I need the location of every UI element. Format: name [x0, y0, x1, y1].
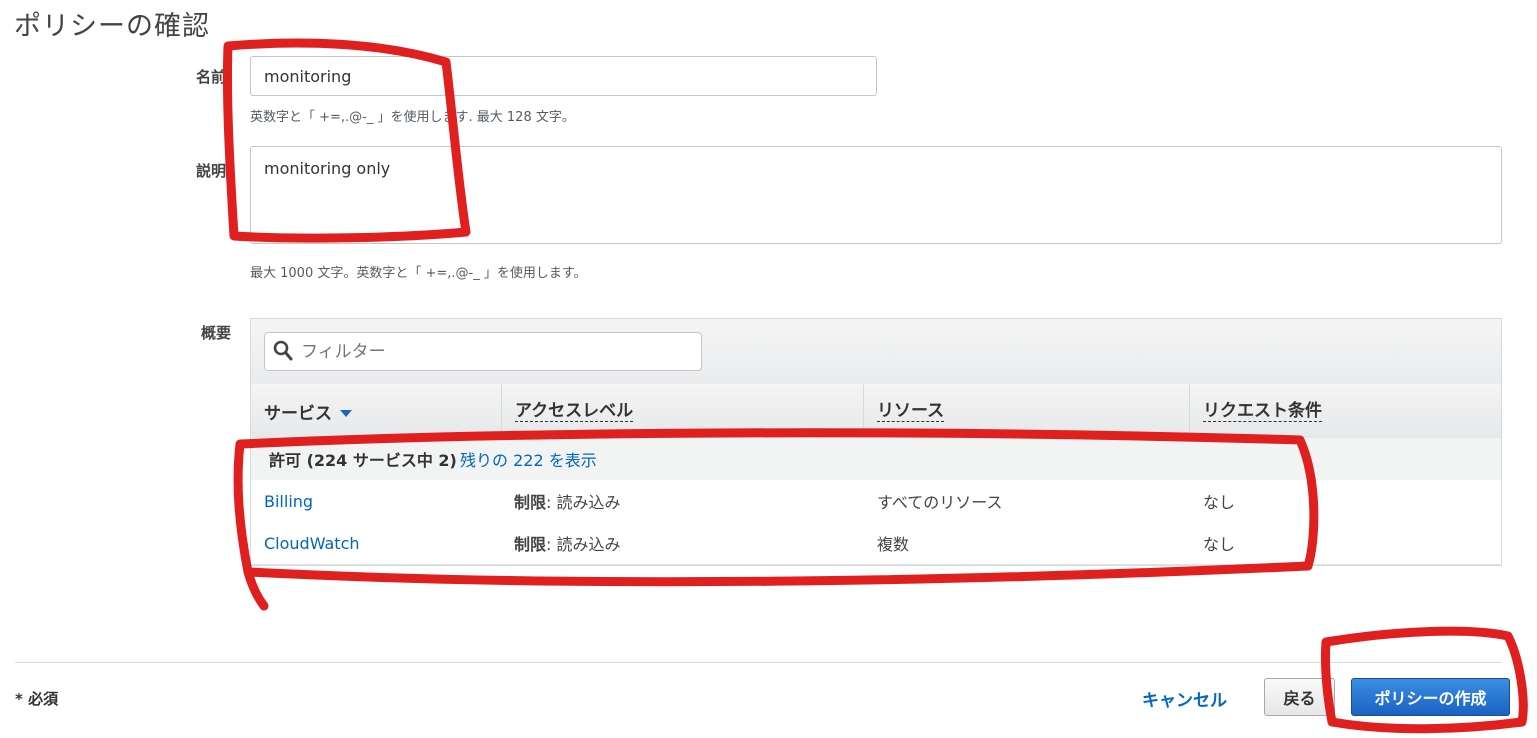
access-level-rest: : 読み込み: [546, 535, 621, 554]
column-header-resource[interactable]: リソース: [864, 384, 1190, 438]
footer-divider: [15, 662, 1502, 663]
back-button[interactable]: 戻る: [1264, 678, 1335, 716]
table-header: サービス アクセスレベル リソース リクエスト条件: [251, 384, 1501, 439]
allow-group-label: 許可 (224 サービス中 2): [269, 451, 457, 470]
column-label-request-condition: リクエスト条件: [1203, 400, 1322, 422]
service-link-cloudwatch[interactable]: CloudWatch: [264, 522, 360, 564]
access-level-rest: : 読み込み: [546, 493, 621, 512]
search-icon: [273, 340, 293, 366]
description-help-text: 最大 1000 文字。英数字と「 +=,.@-_ 」を使用します。: [250, 266, 587, 281]
filter-input[interactable]: [299, 339, 693, 365]
column-label-resource: リソース: [877, 400, 945, 422]
summary-label: 概要: [200, 324, 231, 342]
required-note: * 必須: [15, 690, 59, 708]
condition-cell: なし: [1203, 493, 1236, 512]
summary-table: サービス アクセスレベル リソース リクエスト条件 許可 (224 サービス中 …: [250, 318, 1502, 566]
service-link-billing[interactable]: Billing: [264, 480, 313, 522]
name-help-text: 英数字と「 +=,.@-_ 」を使用します. 最大 128 文字。: [250, 110, 575, 125]
create-policy-button[interactable]: ポリシーの作成: [1351, 678, 1510, 716]
sort-down-icon: [340, 403, 352, 423]
access-level-cell: 制限: 読み込み: [514, 480, 621, 522]
page-title: ポリシーの確認: [14, 11, 210, 42]
resource-cell: すべてのリソース: [877, 493, 1003, 512]
table-row: CloudWatch 制限: 読み込み 複数 なし: [251, 522, 1501, 565]
cancel-button[interactable]: キャンセル: [1142, 686, 1227, 711]
name-label: 名前: [195, 68, 226, 86]
filter-bar: [251, 319, 1501, 385]
allow-group-row: 許可 (224 サービス中 2) 残りの 222 を表示: [251, 438, 1501, 481]
filter-box[interactable]: [264, 332, 702, 371]
access-level-bold: 制限: [514, 535, 547, 554]
name-input[interactable]: [250, 56, 877, 96]
column-label-access-level: アクセスレベル: [515, 400, 634, 422]
table-row: Billing 制限: 読み込み すべてのリソース なし: [251, 480, 1501, 523]
description-input[interactable]: monitoring only: [250, 146, 1502, 244]
column-header-access-level[interactable]: アクセスレベル: [502, 384, 864, 438]
column-label-service: サービス: [264, 403, 332, 424]
column-header-service[interactable]: サービス: [251, 384, 502, 438]
access-level-cell: 制限: 読み込み: [514, 522, 621, 564]
show-remaining-link[interactable]: 残りの 222 を表示: [460, 438, 597, 480]
access-level-bold: 制限: [514, 493, 547, 512]
column-header-request-condition[interactable]: リクエスト条件: [1190, 384, 1501, 438]
resource-cell: 複数: [877, 535, 910, 554]
condition-cell: なし: [1203, 535, 1236, 554]
description-label: 説明: [195, 162, 226, 180]
